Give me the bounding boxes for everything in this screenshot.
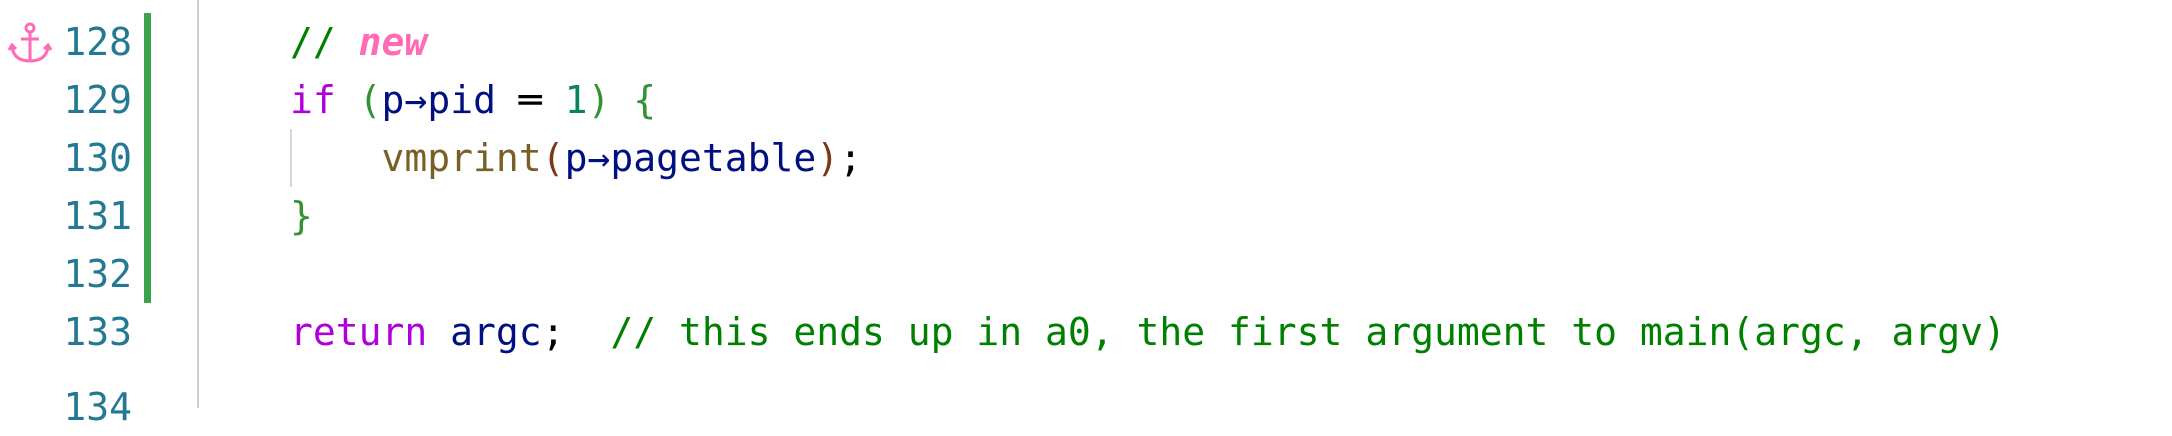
function-vmprint: vmprint: [381, 136, 542, 180]
paren-close: ): [587, 78, 611, 122]
keyword-return: return: [290, 310, 428, 354]
code-line-134[interactable]: 134: [0, 378, 2172, 436]
semicolon: ;: [541, 310, 565, 354]
code-line-132[interactable]: 132: [0, 245, 2172, 303]
brace-close: }: [290, 194, 313, 238]
brace-open: {: [633, 78, 657, 122]
line-number[interactable]: 130: [60, 129, 132, 187]
paren-open: (: [541, 136, 565, 180]
anchor-icon[interactable]: [8, 21, 52, 65]
modified-indicator[interactable]: [144, 13, 151, 71]
comment: //: [290, 20, 359, 64]
code-line-133[interactable]: 133 return argc; // this ends up in a0, …: [0, 303, 2172, 361]
code-text: }: [290, 187, 313, 245]
modified-indicator[interactable]: [144, 187, 151, 245]
line-number[interactable]: 132: [60, 245, 132, 303]
code-line-128[interactable]: 128 // new: [0, 13, 2172, 71]
comment: // this ends up in a0, the first argumen…: [610, 310, 2006, 354]
paren-close: ): [816, 136, 840, 180]
code-text: // new: [290, 13, 427, 71]
line-number[interactable]: 134: [60, 378, 132, 436]
line-number[interactable]: 129: [60, 71, 132, 129]
line-number[interactable]: 131: [60, 187, 132, 245]
code-editor[interactable]: 127 128 // new 129 if (p→pid ═ 1) { 130 …: [0, 0, 2172, 429]
keyword-if: if: [290, 78, 336, 122]
arrow-operator: →: [404, 78, 428, 122]
code-text: vmprint(p→pagetable);: [290, 129, 863, 187]
code-text: return argc; // this ends up in a0, the …: [290, 303, 2006, 361]
field-pid: pid: [427, 78, 496, 122]
number-literal: 1: [564, 78, 588, 122]
modified-indicator[interactable]: [144, 129, 151, 187]
arrow-operator: →: [587, 136, 611, 180]
var-argc: argc: [450, 310, 542, 354]
semicolon: ;: [839, 136, 863, 180]
line-number[interactable]: 128: [60, 13, 132, 71]
equality-operator: ═: [495, 78, 565, 122]
new-tag: new: [358, 20, 428, 64]
modified-indicator[interactable]: [144, 71, 151, 129]
var-p: p: [381, 78, 405, 122]
field-pagetable: pagetable: [610, 136, 817, 180]
code-line-131[interactable]: 131 }: [0, 187, 2172, 245]
code-line-130[interactable]: 130 vmprint(p→pagetable);: [0, 129, 2172, 187]
var-p: p: [564, 136, 588, 180]
paren-open: (: [358, 78, 382, 122]
code-line-129[interactable]: 129 if (p→pid ═ 1) {: [0, 71, 2172, 129]
modified-indicator[interactable]: [144, 245, 151, 303]
code-text: if (p→pid ═ 1) {: [290, 71, 656, 129]
line-number[interactable]: 133: [60, 303, 132, 361]
